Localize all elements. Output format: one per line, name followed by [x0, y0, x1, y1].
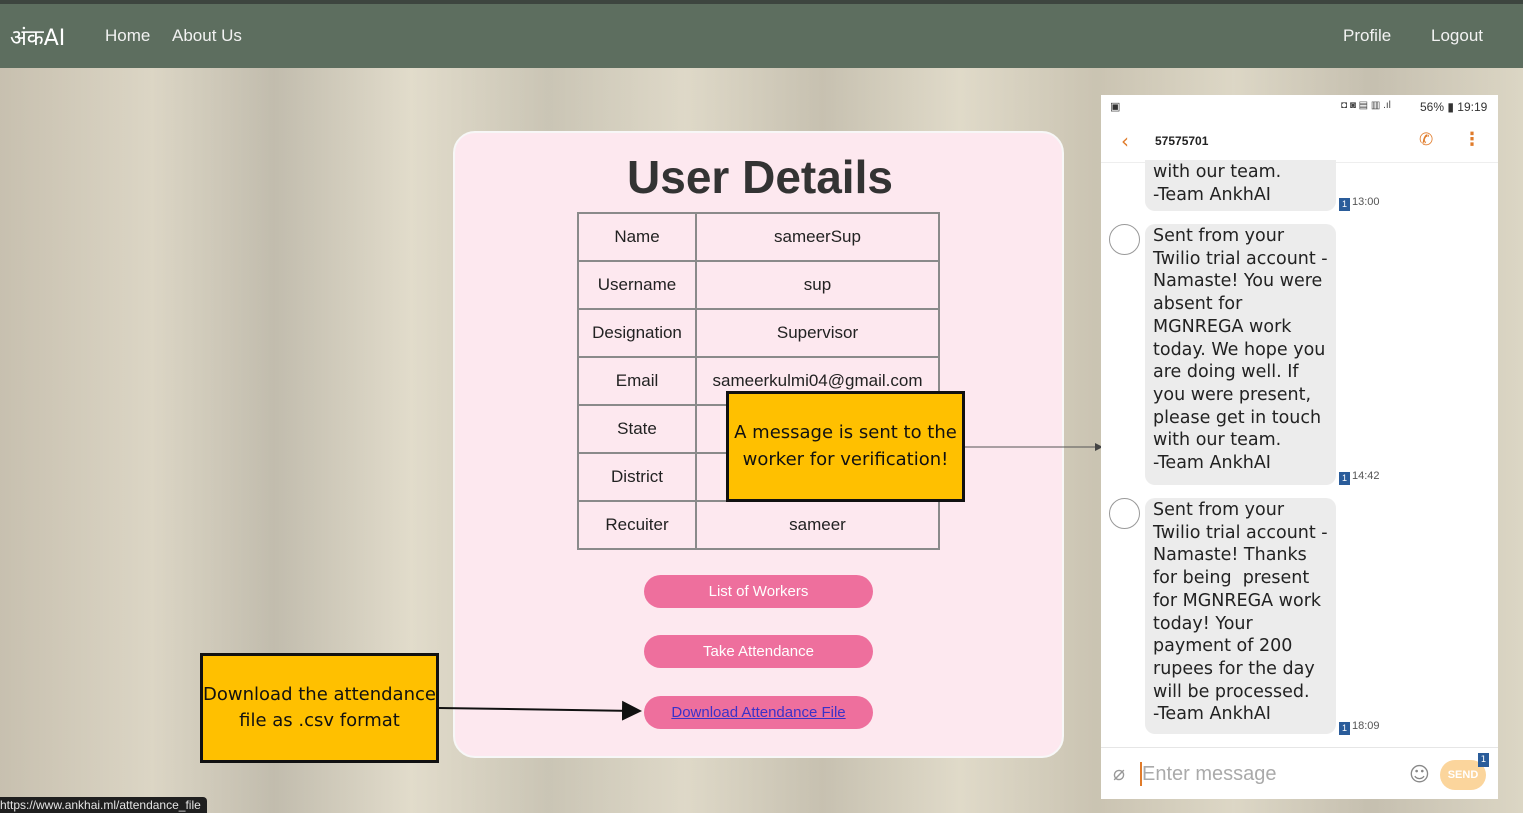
- list-of-workers-button[interactable]: List of Workers: [644, 575, 873, 608]
- message-time: 1 13:00: [1339, 196, 1380, 211]
- emoji-icon[interactable]: ☺: [1409, 762, 1430, 786]
- message-bubble: Sent from your Twilio trial account - Na…: [1145, 498, 1336, 734]
- sim-badge: 1: [1478, 753, 1489, 767]
- avatar: [1109, 224, 1140, 255]
- message-input[interactable]: Enter message: [1142, 763, 1277, 786]
- sim-badge: 1: [1339, 198, 1350, 211]
- phone-sms-screenshot: ▣ ◘ ◙ ▤ ▥ .ıl 56% ▮ 19:19 ‹ 57575701 ✆ ⋮…: [1101, 95, 1498, 799]
- callout-text: A message is sent to the worker for veri…: [734, 422, 957, 470]
- message-time: 1 18:09: [1339, 720, 1380, 735]
- row-label: Name: [577, 212, 697, 262]
- row-label: Designation: [577, 308, 697, 358]
- time-text: 14:42: [1352, 470, 1380, 482]
- callout-text: Download the attendance file as .csv for…: [203, 683, 436, 731]
- take-attendance-button[interactable]: Take Attendance: [644, 635, 873, 668]
- contact-number: 57575701: [1155, 134, 1209, 148]
- time-text: 13:00: [1352, 196, 1380, 208]
- avatar: [1109, 498, 1140, 529]
- nav-home[interactable]: Home: [105, 26, 150, 46]
- browser-status-url: https://www.ankhai.ml/attendance_file: [0, 797, 207, 813]
- attach-icon[interactable]: ⌀: [1113, 761, 1125, 785]
- table-row: Username sup: [577, 260, 940, 310]
- message-sent-callout: A message is sent to the worker for veri…: [726, 391, 965, 502]
- table-row: Name sameerSup: [577, 212, 940, 262]
- back-arrow-icon[interactable]: ‹: [1121, 129, 1129, 153]
- nav-logout[interactable]: Logout: [1431, 26, 1483, 46]
- row-value: sameerSup: [695, 212, 940, 262]
- conversation-header: ‹ 57575701 ✆ ⋮: [1101, 119, 1498, 163]
- call-icon[interactable]: ✆: [1419, 130, 1433, 150]
- nav-profile[interactable]: Profile: [1343, 26, 1391, 46]
- message-time: 1 14:42: [1339, 470, 1380, 485]
- row-value: sup: [695, 260, 940, 310]
- sim-badge: 1: [1339, 722, 1350, 735]
- message-bubble: Sent from your Twilio trial account - Na…: [1145, 224, 1336, 485]
- signal-icons: ◘ ◙ ▤ ▥ .ıl: [1341, 100, 1391, 111]
- sim-badge: 1: [1339, 472, 1350, 485]
- time-text: 18:09: [1352, 720, 1380, 732]
- message-input-bar: ⌀ Enter message ☺ SEND 1: [1101, 747, 1498, 799]
- row-value: Supervisor: [695, 308, 940, 358]
- message-bubble: with our team. -Team AnkhAI: [1145, 160, 1336, 211]
- top-navbar: अंकAI Home About Us Profile Logout: [0, 0, 1523, 68]
- table-row: Recuiter sameer: [577, 500, 940, 550]
- download-attendance-file-link[interactable]: Download Attendance File: [644, 696, 873, 729]
- table-row: Designation Supervisor: [577, 308, 940, 358]
- download-callout: Download the attendance file as .csv for…: [200, 653, 439, 763]
- nav-about-us[interactable]: About Us: [172, 26, 242, 46]
- row-label: Recuiter: [577, 500, 697, 550]
- row-label: State: [577, 404, 697, 454]
- brand-logo[interactable]: अंकAI: [10, 22, 65, 52]
- row-label: Username: [577, 260, 697, 310]
- battery-time: 56% ▮ 19:19: [1420, 100, 1488, 114]
- phone-status-bar: ▣ ◘ ◙ ▤ ▥ .ıl 56% ▮ 19:19: [1101, 95, 1498, 119]
- notification-icon: ▣: [1110, 101, 1121, 113]
- row-value: sameer: [695, 500, 940, 550]
- more-options-icon[interactable]: ⋮: [1463, 129, 1481, 150]
- row-label: Email: [577, 356, 697, 406]
- row-label: District: [577, 452, 697, 502]
